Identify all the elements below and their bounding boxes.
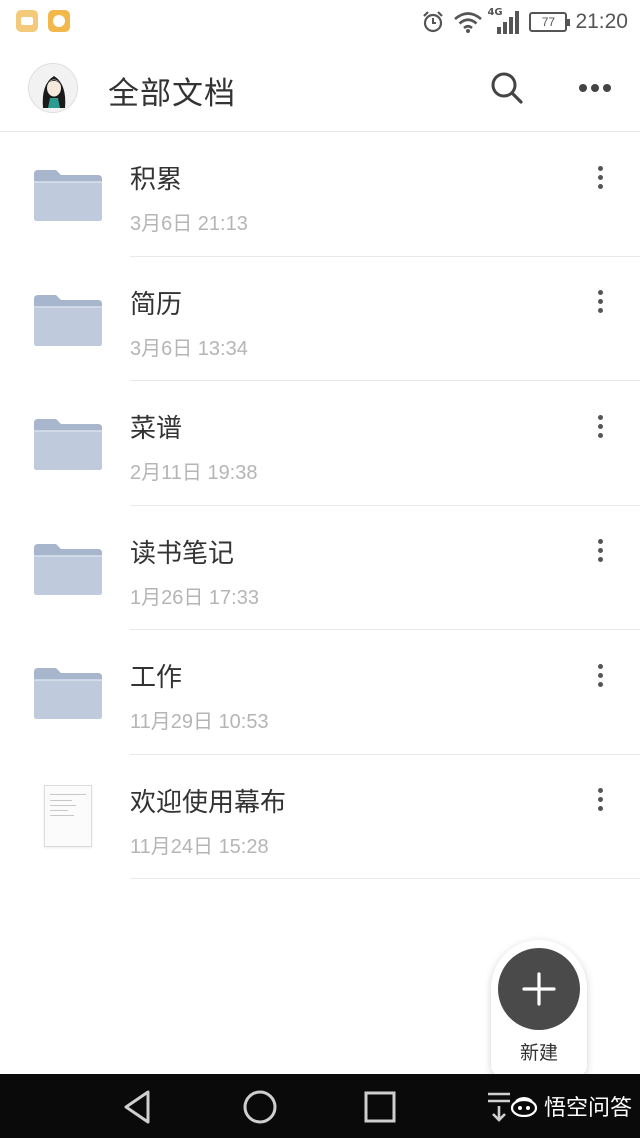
recents-icon[interactable] [360,1088,400,1126]
plus-icon [522,972,556,1006]
vertical-dot-icon [597,672,603,678]
list-item[interactable]: 欢迎使用幕布 11月24日 15:28 [0,755,640,879]
status-bar-right: 4G 77 21:20 [421,6,628,38]
folder-icon [34,294,102,346]
vertical-dot-icon [597,788,603,793]
item-more-button[interactable] [588,162,612,192]
watermark: 悟空问答 [510,1090,632,1122]
item-date: 11月29日 10:53 [130,711,269,733]
item-title: 菜谱 [130,414,183,444]
vertical-dot-icon [597,663,603,669]
home-icon[interactable] [240,1088,280,1126]
vertical-dot-icon [597,308,603,313]
more-dot-icon [591,84,599,92]
folder-icon [34,668,102,719]
app-bar: 全部文档 [0,44,640,132]
watermark-text: 悟空问答 [543,1096,632,1121]
wukong-logo-icon [510,1097,538,1117]
vertical-dot-icon [597,414,603,420]
more-dot-icon [579,84,587,92]
wifi-icon [454,12,483,33]
new-document-fab[interactable]: 新建 [491,940,587,1076]
status-time: 21:20 [575,10,628,33]
vertical-dot-icon [597,539,603,544]
vertical-dot-icon [597,174,603,180]
list-item[interactable]: 简历 3月6日 13:34 [0,257,640,381]
fab-label: 新建 [519,1042,558,1064]
item-title: 简历 [130,289,183,320]
vertical-dot-icon [597,299,603,304]
vertical-dot-icon [597,432,603,438]
item-date: 3月6日 13:34 [130,337,248,360]
more-dot-icon [603,84,611,92]
search-button[interactable] [486,68,526,108]
back-icon[interactable] [118,1088,158,1126]
list-item[interactable]: 菜谱 2月11日 19:38 [0,381,640,506]
avatar-image [29,64,77,112]
document-list: 积累 3月6日 21:13 简历 3月6日 13:34 菜谱 2月11日 19:… [0,132,640,879]
item-date: 2月11日 19:38 [130,462,258,484]
search-icon [491,72,523,104]
vertical-dot-icon [597,797,603,802]
vertical-dot-icon [597,423,603,429]
vertical-dot-icon [597,681,603,687]
item-date: 11月24日 15:28 [130,835,269,858]
folder-icon [34,543,102,595]
vertical-dot-icon [597,290,603,295]
alarm-icon [423,11,444,33]
list-item[interactable]: 读书笔记 1月26日 17:33 [0,506,640,630]
item-title: 工作 [130,663,183,693]
system-nav-bar: 悟空问答 [0,1074,640,1138]
fab-circle[interactable] [498,948,580,1030]
app-notification-icon [48,10,70,32]
item-more-button[interactable] [588,660,612,690]
signal-icon [497,11,520,34]
list-item[interactable]: 工作 11月29日 10:53 [0,630,640,755]
message-notification-icon [16,10,38,32]
document-icon [44,784,92,847]
divider [130,878,640,879]
list-item[interactable]: 积累 3月6日 21:13 [0,132,640,257]
vertical-dot-icon [597,165,603,171]
folder-icon [34,170,102,221]
battery-indicator: 77 [529,12,571,32]
status-bar: 4G 77 21:20 [0,0,640,44]
vertical-dot-icon [597,548,603,553]
item-more-button[interactable] [588,411,612,441]
folder-icon [34,419,102,470]
item-title: 欢迎使用幕布 [130,787,287,818]
item-date: 3月6日 21:13 [130,213,248,235]
vertical-dot-icon [597,183,603,189]
item-title: 积累 [130,165,183,195]
page-title: 全部文档 [108,76,236,112]
vertical-dot-icon [597,557,603,562]
item-date: 1月26日 17:33 [130,586,259,609]
more-options-button[interactable] [574,70,616,106]
signal-group: 4G [487,7,521,35]
avatar[interactable] [28,63,78,113]
item-more-button[interactable] [588,287,612,317]
vertical-dot-icon [597,806,603,811]
item-more-button[interactable] [588,536,612,566]
item-more-button[interactable] [588,785,612,815]
item-title: 读书笔记 [130,538,235,569]
